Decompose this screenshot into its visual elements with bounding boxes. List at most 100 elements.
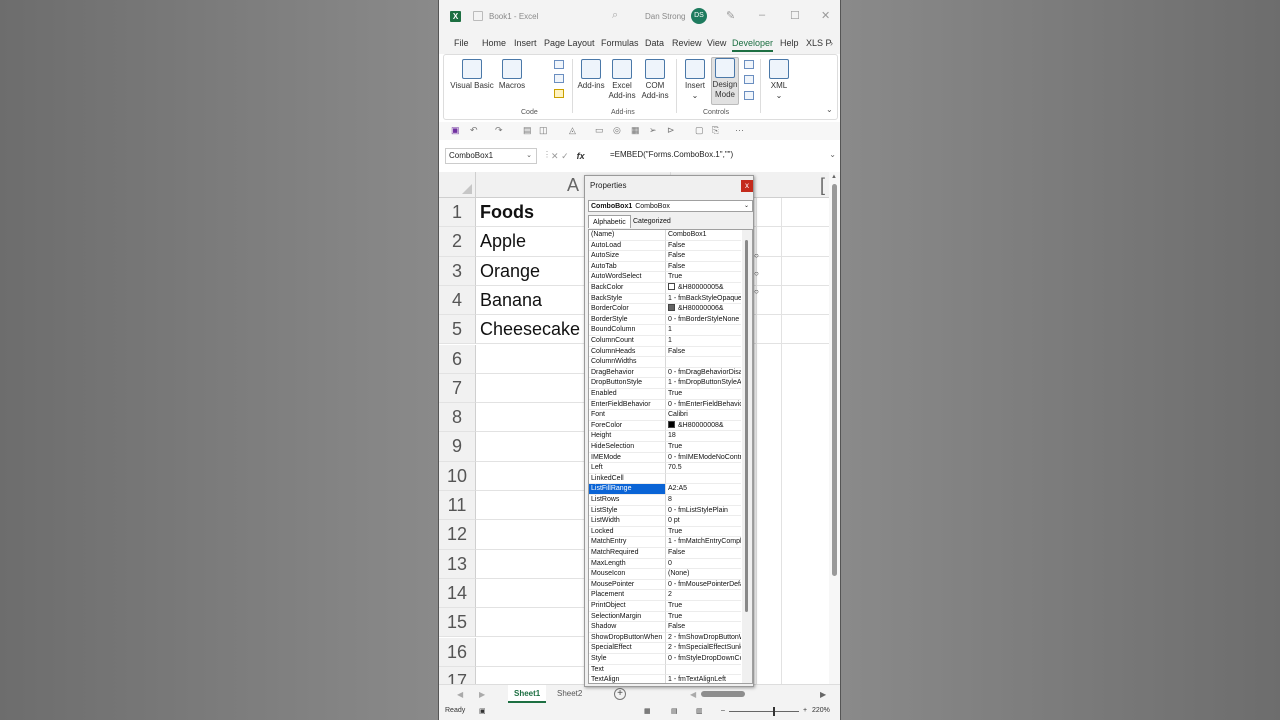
property-value[interactable] <box>666 357 741 368</box>
next-sheet-icon[interactable]: ▶ <box>479 690 485 699</box>
property-value[interactable]: 1 - fmBackStyleOpaque <box>666 294 741 305</box>
visual-basic-button[interactable]: Visual Basic <box>448 59 496 91</box>
zoom-out-icon[interactable]: – <box>721 707 725 714</box>
property-row[interactable]: Locked True <box>589 526 741 538</box>
property-value[interactable]: 1 - fmDropButtonStyleArrow <box>666 378 741 389</box>
format-painter-icon[interactable]: ▤ <box>523 125 532 136</box>
tab-home[interactable]: Home <box>482 38 506 48</box>
property-value[interactable]: True <box>666 601 741 612</box>
record-macro-icon[interactable] <box>554 60 564 69</box>
accessibility-icon[interactable]: ▣ <box>479 707 486 715</box>
property-row[interactable]: IMEMode 0 - fmIMEModeNoControl <box>589 452 741 464</box>
property-row[interactable]: AutoSize False <box>589 251 741 262</box>
property-value[interactable]: 0 - fmEnterFieldBehaviorSelectAll <box>666 400 741 411</box>
tab-review[interactable]: Review <box>672 38 702 48</box>
row-header[interactable]: 3 <box>439 256 476 286</box>
property-value[interactable]: True <box>666 389 741 400</box>
tab-file[interactable]: File <box>454 38 469 48</box>
property-scrollbar[interactable] <box>742 230 752 683</box>
property-row[interactable]: HideSelection True <box>589 442 741 453</box>
property-row[interactable]: Font Calibri <box>589 410 741 421</box>
relative-references-icon[interactable] <box>554 74 564 83</box>
property-row[interactable]: DragBehavior0 - fmDragBehaviorDisabled <box>589 367 741 379</box>
horizontal-scroll-thumb[interactable] <box>701 691 745 697</box>
row-header[interactable]: 11 <box>439 491 476 521</box>
vertical-scrollbar[interactable]: ▲ <box>829 172 840 684</box>
property-row[interactable]: ColumnCount 1 <box>589 336 741 347</box>
row-header[interactable]: 7 <box>439 373 476 404</box>
scroll-up-icon[interactable]: ▲ <box>831 174 837 180</box>
property-value[interactable]: &H80000006& <box>666 304 741 315</box>
property-value[interactable]: 2 <box>666 590 741 601</box>
undo-icon[interactable]: ↶ <box>470 125 478 136</box>
property-value[interactable] <box>666 474 741 485</box>
object-selector[interactable]: ComboBox1 ComboBox ⌄ <box>588 200 753 212</box>
property-row[interactable]: ColumnWidths <box>589 357 741 368</box>
property-value[interactable]: False <box>666 548 741 559</box>
property-row[interactable]: Left 70.5 <box>589 463 741 474</box>
row-header[interactable]: 15 <box>439 608 476 638</box>
formula-input[interactable]: =EMBED("Forms.ComboBox.1","") <box>610 150 733 159</box>
property-value[interactable]: 0 - fmBorderStyleNone <box>666 315 741 326</box>
shapes-icon[interactable]: ◫ <box>539 125 548 136</box>
tab-data[interactable]: Data <box>645 38 664 48</box>
property-row[interactable]: Height 18 <box>589 431 741 442</box>
property-row[interactable]: Style0 - fmStyleDropDownCombo <box>589 654 741 665</box>
tab-alphabetic[interactable]: Alphabetic <box>588 215 631 228</box>
maximize-icon[interactable]: ☐ <box>790 9 800 22</box>
property-value[interactable]: False <box>666 241 741 252</box>
property-value[interactable]: True <box>666 272 741 283</box>
tab-sheet1[interactable]: Sheet1 <box>508 685 547 703</box>
property-row[interactable]: AutoWordSelect True <box>589 272 741 283</box>
tag-icon[interactable]: ⊳ <box>667 125 675 136</box>
page-layout-view-icon[interactable]: ▤ <box>671 707 678 715</box>
property-row[interactable]: ListFillRange A2:A5 <box>589 484 741 495</box>
autosave-icon[interactable] <box>473 11 483 21</box>
tab-insert[interactable]: Insert <box>514 38 537 48</box>
row-header[interactable]: 16 <box>439 637 476 667</box>
property-row[interactable]: MatchRequired False <box>589 548 741 559</box>
property-value[interactable]: 70.5 <box>666 463 741 474</box>
property-row[interactable]: Placement 2 <box>589 590 741 601</box>
close-icon[interactable]: ✕ <box>821 9 830 22</box>
property-value[interactable]: 1 - fmTextAlignLeft <box>666 675 741 683</box>
property-row[interactable]: Shadow False <box>589 622 741 633</box>
excel-add-ins-button[interactable]: Excel Add-ins <box>604 59 640 101</box>
search-icon[interactable]: ⌕ <box>612 9 618 22</box>
property-row[interactable]: AutoLoad False <box>589 240 741 252</box>
send-icon[interactable]: ➢ <box>649 125 657 136</box>
property-row[interactable]: MatchEntry1 - fmMatchEntryComplete <box>589 537 741 548</box>
property-row[interactable]: ForeColor &H80000008& <box>589 420 741 432</box>
close-properties-button[interactable]: x <box>741 180 753 192</box>
property-value[interactable]: True <box>666 612 741 623</box>
macro-security-icon[interactable] <box>554 89 564 98</box>
redo-icon[interactable]: ↷ <box>495 125 503 136</box>
tab-view[interactable]: View <box>707 38 726 48</box>
row-header[interactable]: 9 <box>439 432 476 462</box>
property-value[interactable] <box>666 665 741 676</box>
row-header[interactable]: 5 <box>439 315 476 345</box>
customize-icon[interactable]: ⋯ <box>735 125 744 136</box>
property-row[interactable]: PrintObject True <box>589 601 741 612</box>
row-header[interactable]: 10 <box>439 461 476 491</box>
property-value[interactable]: 8 <box>666 495 741 506</box>
property-row[interactable]: ListWidth 0 pt <box>589 516 741 527</box>
property-value[interactable]: A2:A5 <box>666 484 741 495</box>
page-break-view-icon[interactable]: ▥ <box>696 707 703 715</box>
pen-icon[interactable]: ✎ <box>726 9 735 22</box>
expand-formula-icon[interactable]: ⌄ <box>829 150 836 159</box>
tab-formulas[interactable]: Formulas <box>601 38 639 48</box>
export-icon[interactable]: ⎘ <box>712 125 719 136</box>
property-row[interactable]: TextAlign 1 - fmTextAlignLeft <box>589 675 741 683</box>
properties-icon[interactable] <box>744 60 754 69</box>
property-value[interactable]: Calibri <box>666 410 741 421</box>
property-row[interactable]: ListStyle 0 - fmListStylePlain <box>589 505 741 517</box>
fill-color-icon[interactable]: ◬ <box>569 125 576 136</box>
row-header[interactable]: 13 <box>439 549 476 579</box>
property-value[interactable]: False <box>666 251 741 262</box>
property-value[interactable]: ComboBox1 <box>666 230 741 241</box>
property-row[interactable]: SpecialEffect2 - fmSpecialEffectSunken <box>589 643 741 654</box>
run-dialog-icon[interactable] <box>744 91 754 100</box>
row-header[interactable]: 8 <box>439 403 476 433</box>
property-value[interactable]: (None) <box>666 569 741 580</box>
